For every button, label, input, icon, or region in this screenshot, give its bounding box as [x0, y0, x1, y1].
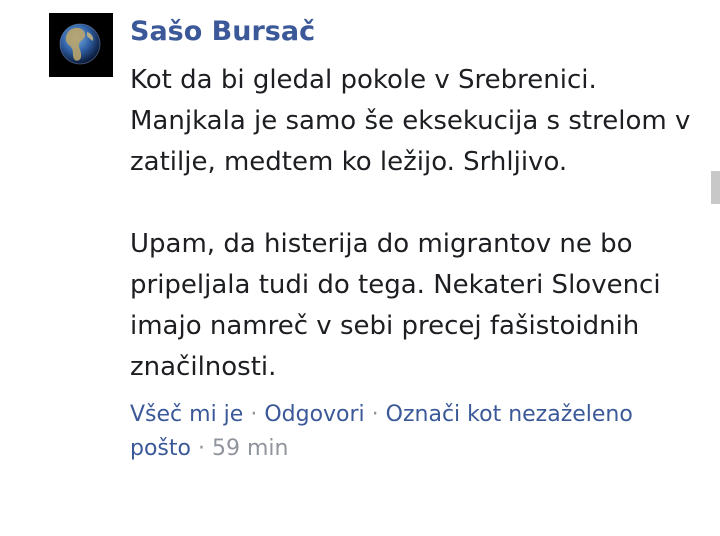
- reply-link[interactable]: Odgovori: [264, 402, 364, 427]
- separator: ·: [371, 402, 379, 427]
- separator: ·: [250, 402, 258, 427]
- comment-paragraph: Kot da bi gledal pokole v Srebrenici. Ma…: [130, 65, 691, 177]
- comment-author[interactable]: Sašo Bursač: [130, 10, 700, 54]
- like-link[interactable]: Všeč mi je: [130, 402, 243, 427]
- comment-actions: Všeč mi je · Odgovori · Označi kot nezaž…: [130, 398, 670, 466]
- comment-paragraph: Upam, da histerija do migrantov ne bo pr…: [130, 229, 661, 382]
- scrollbar[interactable]: [711, 171, 720, 204]
- avatar[interactable]: [49, 13, 113, 77]
- comment-text: Kot da bi gledal pokole v Srebrenici. Ma…: [130, 60, 700, 388]
- comment-body: Sašo Bursač Kot da bi gledal pokole v Sr…: [130, 10, 700, 466]
- comment-timestamp: 59 min: [211, 436, 289, 461]
- globe-icon: [49, 13, 113, 77]
- comment: Sašo Bursač Kot da bi gledal pokole v Sr…: [0, 0, 720, 536]
- separator: ·: [197, 436, 205, 461]
